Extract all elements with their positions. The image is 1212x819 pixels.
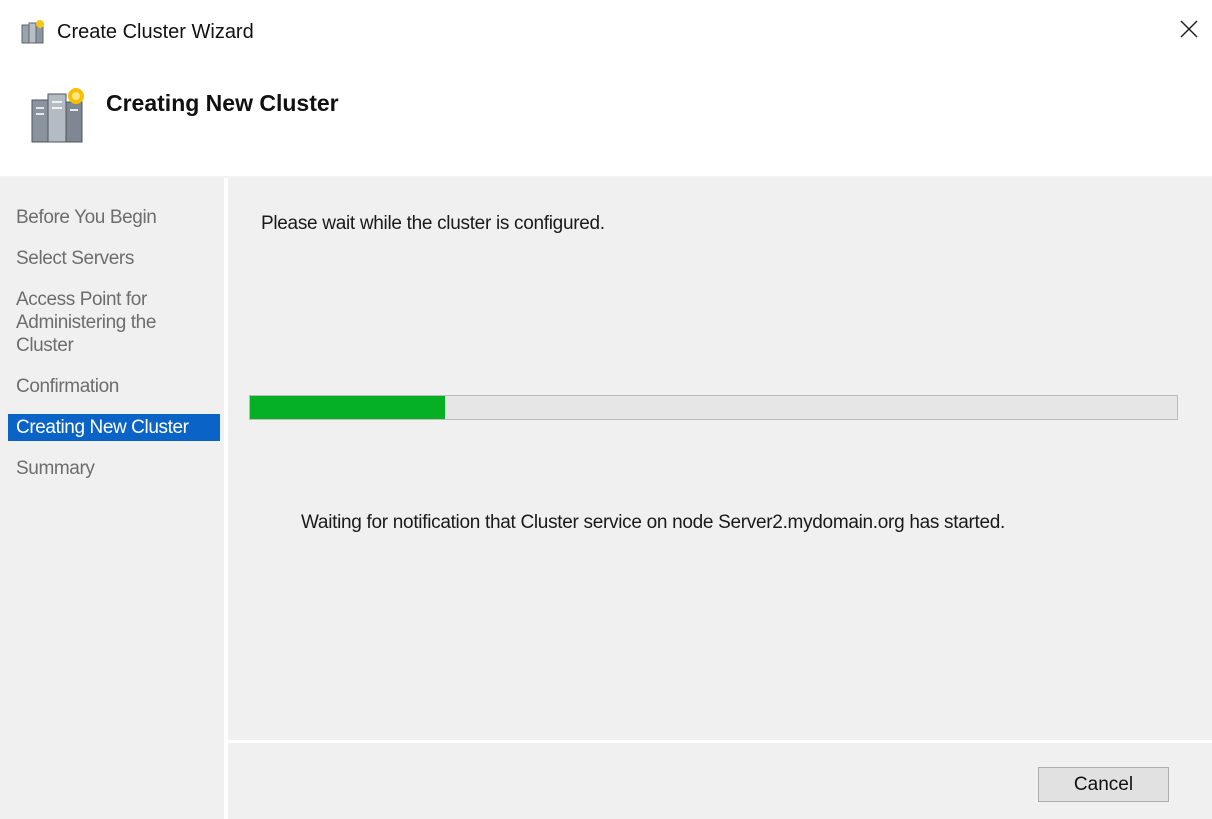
step-creating-new-cluster[interactable]: Creating New Cluster — [8, 414, 220, 441]
progress-fill — [250, 396, 445, 419]
cluster-servers-icon — [31, 88, 84, 143]
main-content: Please wait while the cluster is configu… — [228, 178, 1212, 740]
status-message: Waiting for notification that Cluster se… — [301, 512, 1005, 533]
title-bar: Create Cluster Wizard — [0, 0, 1212, 62]
progress-bar — [249, 395, 1178, 420]
wizard-header: Creating New Cluster — [0, 62, 1212, 178]
close-button[interactable] — [1166, 6, 1212, 52]
cluster-wizard-icon — [21, 20, 44, 44]
step-access-point[interactable]: Access Point for Administering the Clust… — [8, 286, 220, 359]
wizard-steps-sidebar: Before You Begin Select Servers Access P… — [0, 178, 228, 819]
wait-message: Please wait while the cluster is configu… — [261, 213, 605, 234]
step-select-servers[interactable]: Select Servers — [8, 245, 220, 272]
steps-list: Before You Begin Select Servers Access P… — [8, 204, 220, 496]
step-summary[interactable]: Summary — [8, 455, 220, 482]
page-title: Creating New Cluster — [106, 90, 339, 116]
cancel-button[interactable]: Cancel — [1038, 767, 1169, 802]
step-confirmation[interactable]: Confirmation — [8, 373, 220, 400]
wizard-footer: Cancel — [228, 740, 1212, 819]
window-title: Create Cluster Wizard — [57, 21, 254, 43]
close-icon — [1180, 20, 1198, 38]
step-before-you-begin[interactable]: Before You Begin — [8, 204, 220, 231]
